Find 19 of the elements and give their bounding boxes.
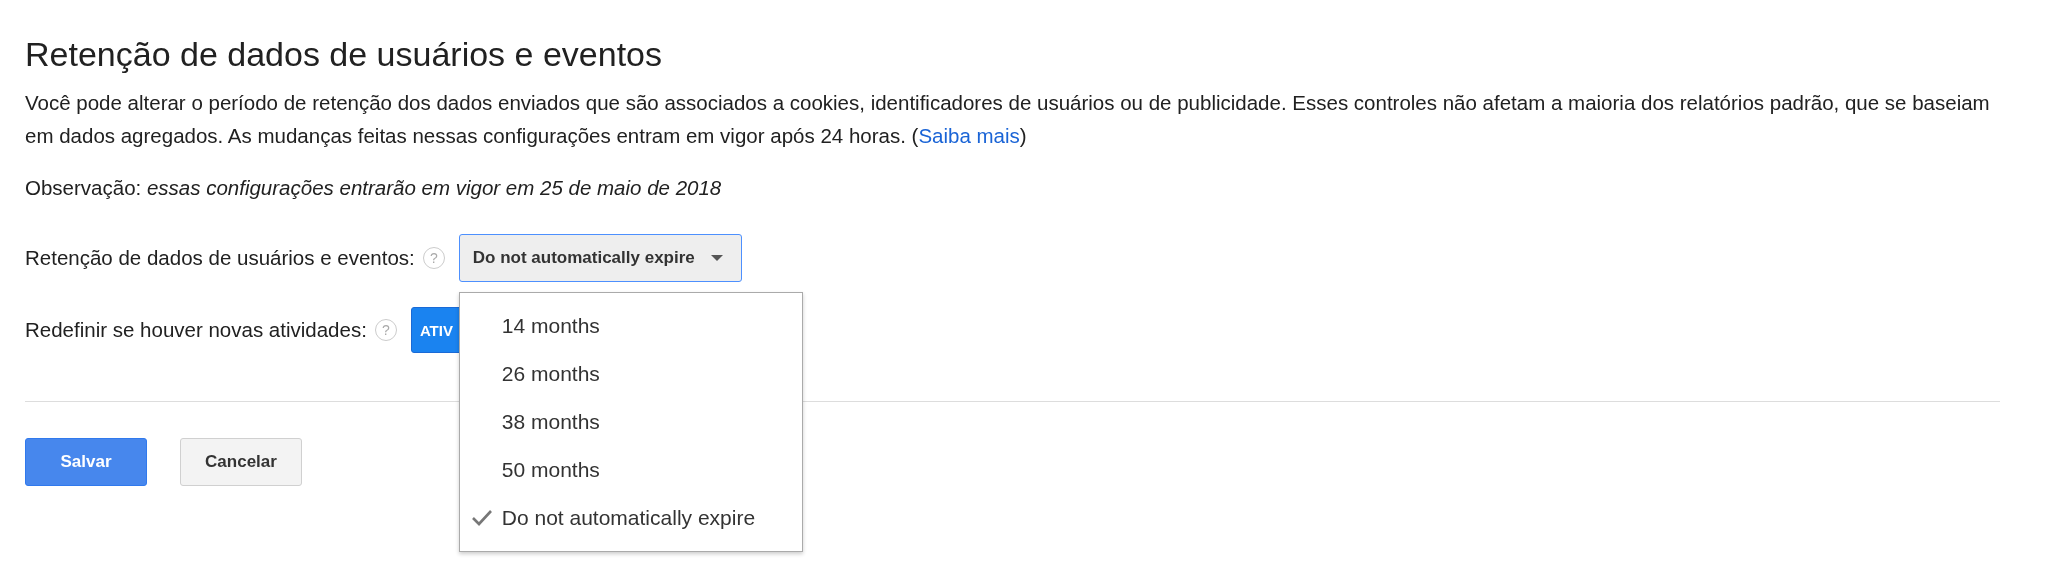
note-text: Observação: essas configurações entrarão em vigor em 25 de maio de 2018: [25, 175, 723, 201]
reset-label: Redefinir se houver novas atividades:: [25, 318, 367, 342]
option-label: 26 months: [501, 362, 600, 386]
description-paragraph: Você pode alterar o período de retenção dos dados enviados que são associados a cookies, identificadores de usuários ou de publicidade. Esses controles não afetam a maioria dos relatórios padrão, que se baseiam em dados agregados. As mudanças feitas nessas configurações entram em vigor após 24 horas. (Saiba mais): [25, 90, 1991, 149]
save-button[interactable]: Salvar: [25, 438, 147, 486]
option-label: 50 months: [501, 458, 600, 482]
learn-more-link[interactable]: Saiba mais: [918, 124, 1020, 147]
option-label: Do not automatically expire: [501, 506, 756, 530]
menu-option[interactable]: Do not automatically expire: [459, 494, 802, 542]
menu-option[interactable]: 26 months: [459, 350, 802, 398]
retention-label: Retenção de dados de usuários e eventos:: [25, 246, 415, 270]
option-label: 38 months: [501, 410, 600, 434]
option-label: 14 months: [501, 314, 600, 338]
menu-option[interactable]: 38 months: [459, 398, 802, 446]
menu-option[interactable]: 50 months: [459, 446, 802, 494]
retention-dropdown[interactable]: Do not automatically expire: [458, 234, 742, 282]
cancel-button[interactable]: Cancelar: [180, 438, 302, 486]
section-title: Retenção de dados de usuários e eventos: [25, 34, 663, 74]
caret-icon: [710, 255, 723, 261]
